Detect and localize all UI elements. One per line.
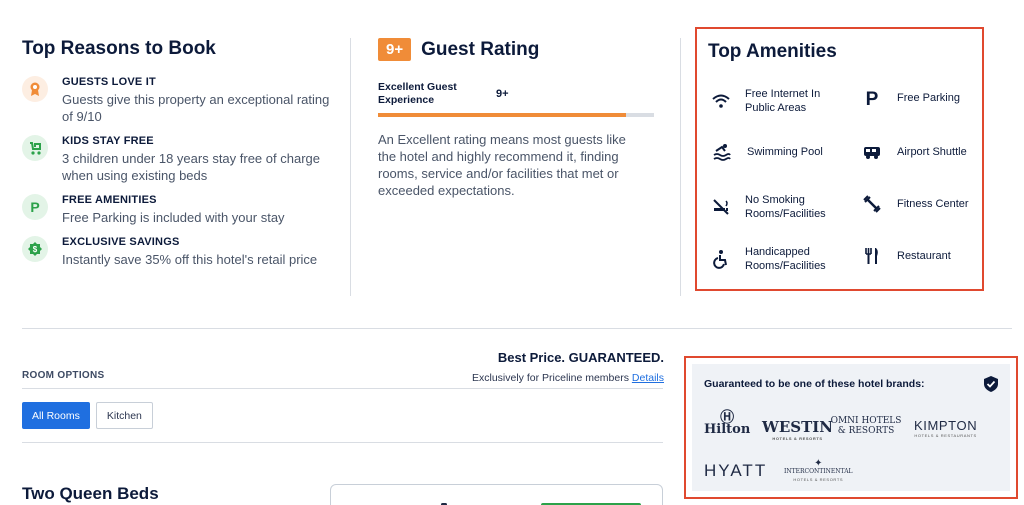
top-reasons-section: Top Reasons to Book GUESTS LOVE IT Guest… [22,38,342,278]
restaurant-icon [861,245,883,267]
room-title: Two Queen Beds [22,484,159,503]
savings-icon: $ [22,236,48,262]
reason-desc: Instantly save 35% off this hotel's reta… [62,252,318,267]
hotel-brands-panel: Guaranteed to be one of these hotel bran… [692,364,1010,491]
westin-logo: WESTIN HOTELS & RESORTS [762,418,833,441]
amenity-item: Airport Shuttle [861,141,967,163]
amenity-item: No Smoking Rooms/Facilities [711,193,851,221]
amenity-item: Fitness Center [861,193,969,215]
room-options-label: ROOM OPTIONS [22,370,105,381]
best-price-title: Best Price. GUARANTEED. [497,350,664,365]
reason-title: KIDS STAY FREE [62,135,154,147]
kimpton-name: KIMPTON [914,418,978,433]
kimpton-logo: KIMPTON HOTELS & RESTAURANTS [914,418,977,438]
amenity-item: P Free Parking [861,87,960,109]
rating-badge: 9+ [378,38,412,61]
intercontinental-logo: ✦ INTERCONTINENTAL HOTELS & RESORTS [784,458,853,483]
reason-title: EXCLUSIVE SAVINGS [62,236,180,248]
shield-check-icon [984,376,998,392]
top-amenities-title: Top Amenities [708,41,837,62]
amenity-label: Restaurant [897,250,951,262]
westin-name: WESTIN [762,418,834,436]
reason-desc: 3 children under 18 years stay free of c… [62,151,320,183]
award-icon [22,76,48,102]
svg-text:P: P [30,199,39,215]
amenity-item: Restaurant [861,245,951,267]
intercontinental-sub: HOTELS & RESORTS [793,477,844,482]
reason-item: $ EXCLUSIVE SAVINGS Instantly save 35% o… [22,236,342,268]
rating-label: Excellent Guest Experience [378,81,457,106]
omni-logo: OMNI HOTELS & RESORTS [828,416,904,436]
parking-icon: P [861,87,883,109]
svg-text:P: P [866,89,879,108]
fitness-icon [861,193,883,215]
shuttle-icon [861,141,883,163]
column-divider [680,38,681,296]
hilton-logo: Ⓗ Hilton [704,410,751,437]
brands-title: Guaranteed to be one of these hotel bran… [704,378,925,390]
reason-item: KIDS STAY FREE 3 children under 18 years… [22,135,342,184]
room-filter-tabs: All Rooms Kitchen [22,402,159,429]
reason-title: GUESTS LOVE IT [62,76,156,88]
reason-desc: Guests give this property an exceptional… [62,92,330,124]
amenity-label: Fitness Center [897,198,969,210]
tab-kitchen[interactable]: Kitchen [95,402,153,429]
stroller-icon [22,135,48,161]
details-link[interactable]: Details [632,372,664,384]
reason-title: FREE AMENITIES [62,194,157,206]
omni-name: OMNI HOTELS & RESORTS [830,416,902,436]
hilton-name: Hilton [704,422,751,437]
amenity-item: Free Internet In Public Areas [711,87,851,115]
wifi-icon [711,90,731,112]
intercontinental-name: INTERCONTINENTAL [784,468,853,475]
svg-text:$: $ [33,245,38,254]
amenity-label: No Smoking Rooms/Facilities [745,194,826,220]
room-card[interactable] [330,484,663,505]
members-text: Exclusively for Priceline members Detail… [472,372,664,384]
guest-rating-title: Guest Rating [421,38,540,60]
members-text-label: Exclusively for Priceline members [472,372,629,384]
reason-item: GUESTS LOVE IT Guests give this property… [22,76,342,125]
hyatt-logo: HYATT [704,461,767,481]
guest-rating-section: 9+ Guest Rating Excellent Guest Experien… [378,38,658,199]
no-smoking-icon [711,196,731,218]
hyatt-name: HYATT [704,461,768,480]
amenity-label: Airport Shuttle [897,146,967,158]
tab-all-rooms[interactable]: All Rooms [22,402,90,429]
section-divider [22,328,1012,329]
westin-sub: HOTELS & RESORTS [772,436,823,441]
amenity-label: Handicapped Rooms/Facilities [745,246,826,272]
rating-description: An Excellent rating means most guests li… [378,132,626,198]
pool-icon [711,141,733,163]
kimpton-sub: HOTELS & RESTAURANTS [914,433,977,438]
rating-bar-fill [378,113,627,117]
amenity-item: Handicapped Rooms/Facilities [711,245,851,273]
best-price-block: Best Price. GUARANTEED. Exclusively for … [472,350,664,384]
amenity-label: Free Parking [897,92,960,104]
rating-score: 9+ [496,88,509,100]
tabs-divider [22,442,663,443]
parking-icon: P [22,194,48,220]
top-amenities-section: Top Amenities Free Internet In Public Ar… [695,27,984,291]
accessible-icon [711,248,731,270]
reason-desc: Free Parking is included with your stay [62,210,285,225]
rating-bar [378,113,654,117]
room-options-divider [22,388,663,389]
amenity-label: Swimming Pool [747,146,823,158]
amenity-item: Swimming Pool [711,141,823,163]
column-divider [350,38,351,296]
reason-item: P FREE AMENITIES Free Parking is include… [22,194,342,226]
hotel-brands-section: Guaranteed to be one of these hotel bran… [684,356,1018,499]
top-reasons-title: Top Reasons to Book [22,38,216,59]
amenity-label: Free Internet In Public Areas [745,88,821,114]
